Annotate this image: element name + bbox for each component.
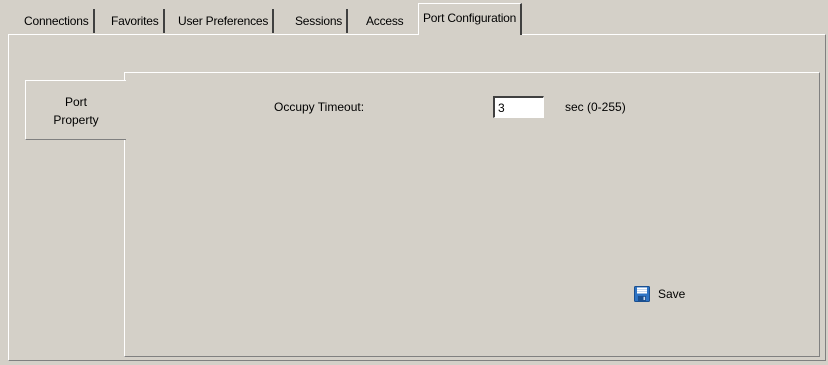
tab-user-preferences[interactable]: User Preferences xyxy=(174,9,275,33)
app-window: Connections Favorites User Preferences S… xyxy=(0,0,828,365)
side-tab-label-line1: Port xyxy=(64,95,87,109)
side-tab-label-line2: Property xyxy=(53,113,99,127)
floppy-disk-icon xyxy=(634,286,650,302)
tab-access[interactable]: Access xyxy=(362,9,407,33)
tab-connections[interactable]: Connections xyxy=(20,9,95,33)
tab-strip: Connections Favorites User Preferences S… xyxy=(0,0,828,38)
side-tab-port-property[interactable]: Port Property xyxy=(25,80,126,140)
tab-favorites[interactable]: Favorites xyxy=(107,9,165,33)
tab-port-configuration[interactable]: Port Configuration xyxy=(418,3,523,35)
tab-sessions[interactable]: Sessions xyxy=(291,9,349,33)
timeout-range-label: sec (0-255) xyxy=(565,100,626,114)
occupy-timeout-input[interactable] xyxy=(493,96,544,118)
port-property-panel xyxy=(124,72,820,357)
save-button[interactable]: Save xyxy=(634,284,685,304)
occupy-timeout-label: Occupy Timeout: xyxy=(274,100,365,114)
save-label: Save xyxy=(658,287,686,301)
